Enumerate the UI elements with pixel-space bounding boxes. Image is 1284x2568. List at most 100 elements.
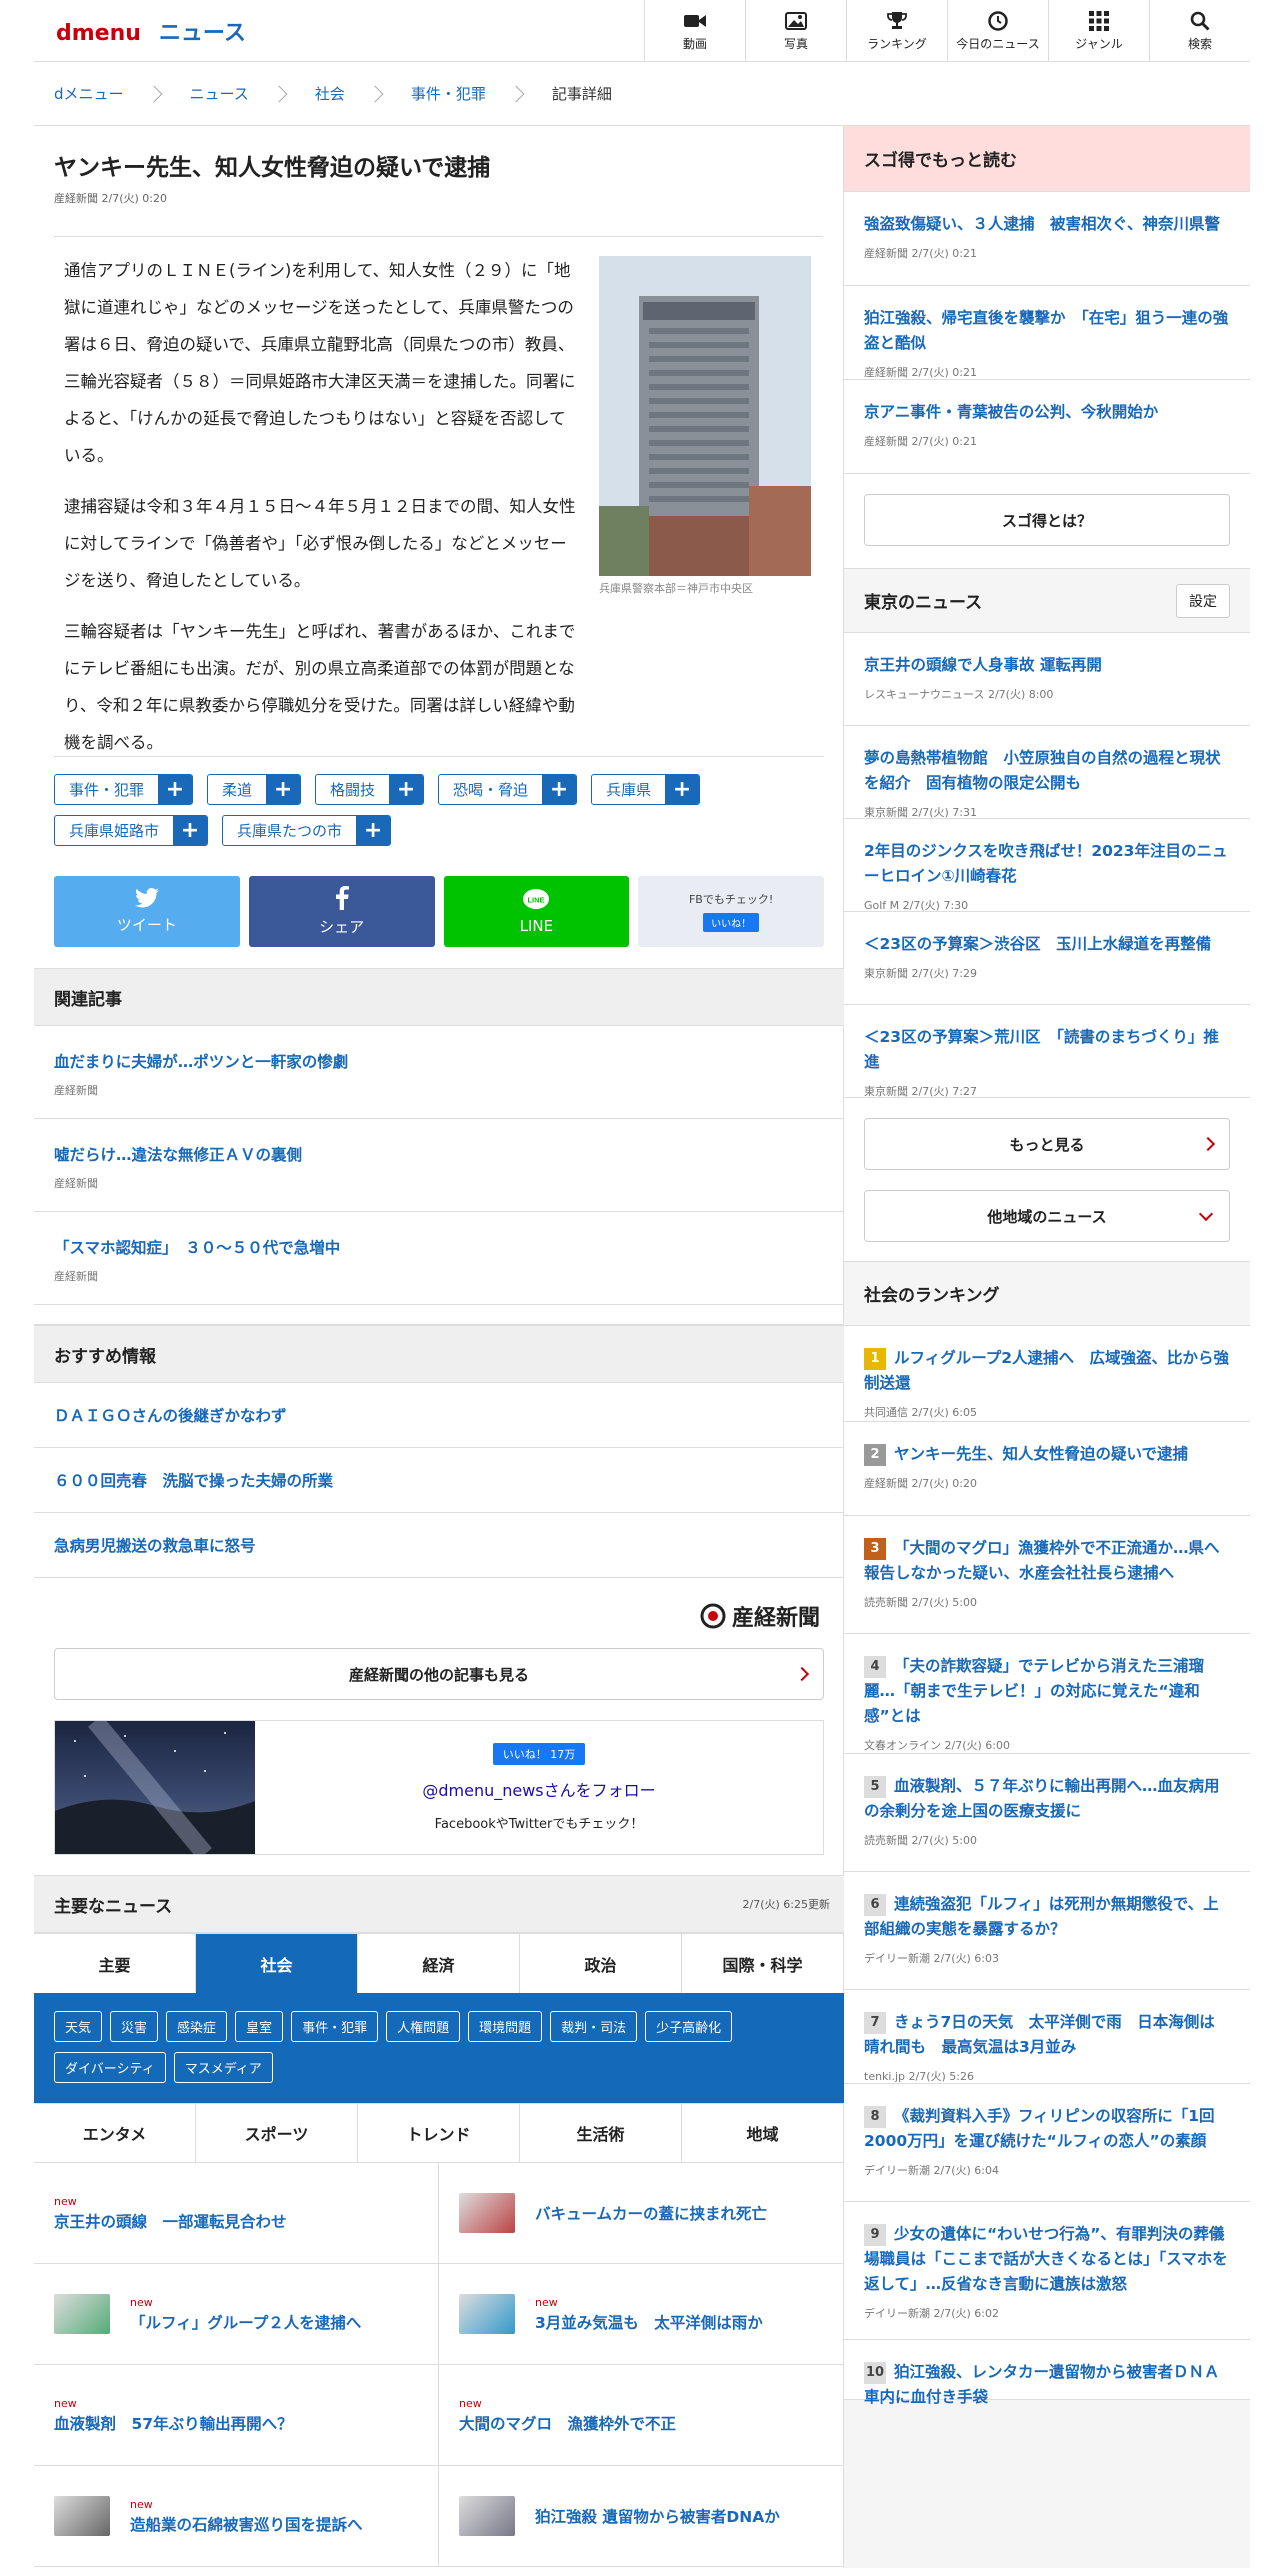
ranking-item[interactable]: 3 「大間のマグロ」漁獲枠外で不正流通か…県へ報告しなかった疑い、水産会社社長ら逮… <box>844 1516 1250 1634</box>
news-tab[interactable]: トレンド <box>358 2104 520 2162</box>
tag-label[interactable]: 事件・犯罪 <box>55 775 158 804</box>
news-title[interactable]: 狛江強殺 遺留物から被害者DNAか <box>535 2505 780 2527</box>
ranking-title[interactable]: 3 「大間のマグロ」漁獲枠外で不正流通か…県へ報告しなかった疑い、水産会社社長ら逮… <box>864 1536 1230 1586</box>
related-item[interactable]: 嘘だらけ…違法な無修正ＡＶの裏側 産経新聞 <box>34 1119 844 1212</box>
news-tab[interactable]: 経済 <box>358 1934 520 1993</box>
ranking-title[interactable]: 6 連続強盗犯「ルフィ」は死刑か無期懲役で、上部組織の実態を暴露するか？ <box>864 1892 1230 1942</box>
related-title[interactable]: 嘘だらけ…違法な無修正ＡＶの裏側 <box>54 1143 824 1165</box>
tokyo-item[interactable]: ＜23区の予算案＞荒川区 「読書のまちづくり」推進 東京新聞 2/7(火) 7:2… <box>844 1005 1250 1098</box>
article-tag[interactable]: 兵庫県たつの市 + <box>222 815 392 846</box>
tweet-button[interactable]: ツイート <box>54 876 240 947</box>
ranking-item[interactable]: 4 「夫の詐欺容疑」でテレビから消えた三浦瑠麗…「朝まで生テレビ！」の対応に覚えた… <box>844 1634 1250 1754</box>
sugotoku-title[interactable]: 強盗致傷疑い、３人逮捕 被害相次ぐ、神奈川県警 <box>864 212 1230 237</box>
news-subtag[interactable]: 人権問題 <box>386 2011 461 2042</box>
news-tab[interactable]: スポーツ <box>196 2104 358 2162</box>
news-tab[interactable]: 主要 <box>34 1934 196 1993</box>
tokyo-title[interactable]: ＜23区の予算案＞荒川区 「読書のまちづくり」推進 <box>864 1025 1230 1075</box>
ranking-title[interactable]: 5 血液製剤、５７年ぶりに輸出再開へ…血友病用の余剰分を途上国の医療支援に <box>864 1774 1230 1824</box>
plus-icon[interactable]: + <box>158 775 193 804</box>
news-title-text[interactable]: 3月並み気温も 太平洋側は雨か <box>535 2314 763 2332</box>
sugotoku-title[interactable]: 京アニ事件・青葉被告の公判、今秋開始か <box>864 400 1230 425</box>
news-item[interactable]: new 3月並み気温も 太平洋側は雨か <box>439 2264 844 2365</box>
ranking-title[interactable]: 4 「夫の詐欺容疑」でテレビから消えた三浦瑠麗…「朝まで生テレビ！」の対応に覚えた… <box>864 1654 1230 1729</box>
publisher-more-button[interactable]: 産経新聞の他の記事も見る <box>54 1648 824 1700</box>
news-subtag[interactable]: 災害 <box>110 2011 159 2042</box>
news-title[interactable]: new 大間のマグロ 漁獲枠外で不正 <box>459 2397 676 2434</box>
ranking-title-text[interactable]: ルフィグループ2人逮捕へ 広域強盗、比から強制送還 <box>864 1349 1229 1392</box>
facebook-share-button[interactable]: シェア <box>248 876 435 947</box>
news-item[interactable]: 狛江強殺 遺留物から被害者DNAか <box>439 2466 844 2567</box>
article-tag[interactable]: 事件・犯罪 + <box>54 774 194 805</box>
breadcrumb-item[interactable]: 事件・犯罪 <box>411 83 486 104</box>
breadcrumb-item[interactable]: ニュース <box>190 83 249 104</box>
nav-photo[interactable]: 写真 <box>745 0 846 62</box>
news-subtag[interactable]: 裁判・司法 <box>550 2011 638 2042</box>
tokyo-item[interactable]: 夢の島熱帯植物館 小笠原独自の自然の過程と現状を紹介 固有植物の限定公開も 東京新… <box>844 726 1250 819</box>
news-subtag[interactable]: 天気 <box>54 2011 103 2042</box>
news-item[interactable]: new 造船業の石綿被害巡り国を提訴へ <box>34 2466 439 2567</box>
news-item[interactable]: バキュームカーの蓋に挟まれ死亡 <box>439 2163 844 2264</box>
related-item[interactable]: 「スマホ認知症」 ３０〜５０代で急増中 産経新聞 <box>34 1212 844 1305</box>
breadcrumb-item[interactable]: dメニュー <box>54 83 124 104</box>
nav-video[interactable]: 動画 <box>644 0 745 62</box>
news-subtag[interactable]: 皇室 <box>235 2011 284 2042</box>
ranking-item[interactable]: 5 血液製剤、５７年ぶりに輸出再開へ…血友病用の余剰分を途上国の医療支援に 読売新聞… <box>844 1754 1250 1872</box>
tag-label[interactable]: 柔道 <box>208 775 266 804</box>
fb-like-button[interactable]: いいね！ <box>703 913 760 932</box>
tokyo-title[interactable]: 京王井の頭線で人身事故 運転再開 <box>864 653 1230 678</box>
ranking-item[interactable]: 6 連続強盗犯「ルフィ」は死刑か無期懲役で、上部組織の実態を暴露するか？ デイリー新… <box>844 1872 1250 1990</box>
ranking-title-text[interactable]: きょう7日の天気 太平洋側で雨 日本海側は晴れ間も 最高気温は3月並み <box>864 2013 1215 2056</box>
news-subtag[interactable]: ダイバーシティ <box>54 2052 166 2083</box>
plus-icon[interactable]: + <box>665 775 700 804</box>
plus-icon[interactable]: + <box>266 775 301 804</box>
recommend-item[interactable]: ＤＡＩＧＯさんの後継ぎかなわず <box>34 1383 844 1448</box>
news-item[interactable]: new 「ルフィ」グループ２人を逮捕へ <box>34 2264 439 2365</box>
news-title-text[interactable]: 狛江強殺 遺留物から被害者DNAか <box>535 2508 780 2526</box>
ranking-item[interactable]: 7 きょう7日の天気 太平洋側で雨 日本海側は晴れ間も 最高気温は3月並み tenk… <box>844 1990 1250 2084</box>
tokyo-title[interactable]: 夢の島熱帯植物館 小笠原独自の自然の過程と現状を紹介 固有植物の限定公開も <box>864 746 1230 796</box>
tokyo-title[interactable]: ＜23区の予算案＞渋谷区 玉川上水緑道を再整備 <box>864 932 1230 957</box>
sugotoku-item[interactable]: 京アニ事件・青葉被告の公判、今秋開始か 産経新聞 2/7(火) 0:21 <box>844 380 1250 474</box>
news-item[interactable]: new 血液製剤 57年ぶり輸出再開へ？ <box>34 2365 439 2466</box>
plus-icon[interactable]: + <box>356 816 391 845</box>
news-item[interactable]: new 大間のマグロ 漁獲枠外で不正 <box>439 2365 844 2466</box>
nav-trophy[interactable]: ランキング <box>846 0 947 62</box>
news-title[interactable]: new 「ルフィ」グループ２人を逮捕へ <box>130 2296 361 2333</box>
related-title[interactable]: 「スマホ認知症」 ３０〜５０代で急増中 <box>54 1236 824 1258</box>
news-subtag[interactable]: マスメディア <box>173 2052 273 2083</box>
tokyo-item[interactable]: 2年目のジンクスを吹き飛ばせ！2023年注目のニューヒロイン①川崎春花 Golf … <box>844 819 1250 912</box>
news-title-text[interactable]: 造船業の石綿被害巡り国を提訴へ <box>130 2516 363 2534</box>
article-tag[interactable]: 兵庫県姫路市 + <box>54 815 209 846</box>
news-subtag[interactable]: 環境問題 <box>468 2011 543 2042</box>
news-subtag[interactable]: 感染症 <box>166 2011 228 2042</box>
sugotoku-item[interactable]: 強盗致傷疑い、３人逮捕 被害相次ぐ、神奈川県警 産経新聞 2/7(火) 0:21 <box>844 192 1250 286</box>
news-tab[interactable]: 政治 <box>520 1934 682 1993</box>
plus-icon[interactable]: + <box>389 775 424 804</box>
dmenu-logo[interactable]: d menu ニュース <box>56 15 246 47</box>
news-title-text[interactable]: 京王井の頭線 一部運転見合わせ <box>54 2213 287 2231</box>
news-thumbnail[interactable] <box>459 2496 515 2536</box>
ranking-item[interactable]: 10 狛江強殺、レンタカー遺留物から被害者ＤＮＡ 車内に血付き手袋 <box>844 2340 1250 2406</box>
tag-label[interactable]: 格闘技 <box>316 775 389 804</box>
news-tab[interactable]: 生活術 <box>520 2104 682 2162</box>
news-tab[interactable]: 社会 <box>196 1934 358 1993</box>
tokyo-title[interactable]: 2年目のジンクスを吹き飛ばせ！2023年注目のニューヒロイン①川崎春花 <box>864 839 1230 889</box>
tokyo-more-button[interactable]: もっと見る <box>864 1118 1230 1170</box>
news-title[interactable]: new 3月並み気温も 太平洋側は雨か <box>535 2296 763 2333</box>
news-title-text[interactable]: 大間のマグロ 漁獲枠外で不正 <box>459 2415 676 2433</box>
tag-label[interactable]: 兵庫県姫路市 <box>55 816 173 845</box>
plus-icon[interactable]: + <box>542 775 577 804</box>
article-tag[interactable]: 兵庫県 + <box>591 774 701 805</box>
recommend-item[interactable]: 急病男児搬送の救急車に怒号 <box>34 1513 844 1578</box>
ranking-title-text[interactable]: 狛江強殺、レンタカー遺留物から被害者ＤＮＡ 車内に血付き手袋 <box>864 2363 1235 2406</box>
nav-grid[interactable]: ジャンル <box>1048 0 1149 62</box>
ranking-title-text[interactable]: 「大間のマグロ」漁獲枠外で不正流通か…県へ報告しなかった疑い、水産会社社長ら逮捕… <box>864 1539 1220 1582</box>
fb-like-count-button[interactable]: いいね！ 17万 <box>492 1743 586 1765</box>
news-title-text[interactable]: 血液製剤 57年ぶり輸出再開へ？ <box>54 2415 293 2433</box>
recommend-item[interactable]: ６００回売春 洗脳で操った夫婦の所業 <box>34 1448 844 1513</box>
ranking-title-text[interactable]: 「夫の詐欺容疑」でテレビから消えた三浦瑠麗…「朝まで生テレビ！」の対応に覚えた“… <box>864 1657 1204 1725</box>
article-tag[interactable]: 柔道 + <box>207 774 302 805</box>
news-title-text[interactable]: 「ルフィ」グループ２人を逮捕へ <box>130 2314 361 2332</box>
plus-icon[interactable]: + <box>173 816 208 845</box>
nav-search[interactable]: 検索 <box>1149 0 1250 62</box>
